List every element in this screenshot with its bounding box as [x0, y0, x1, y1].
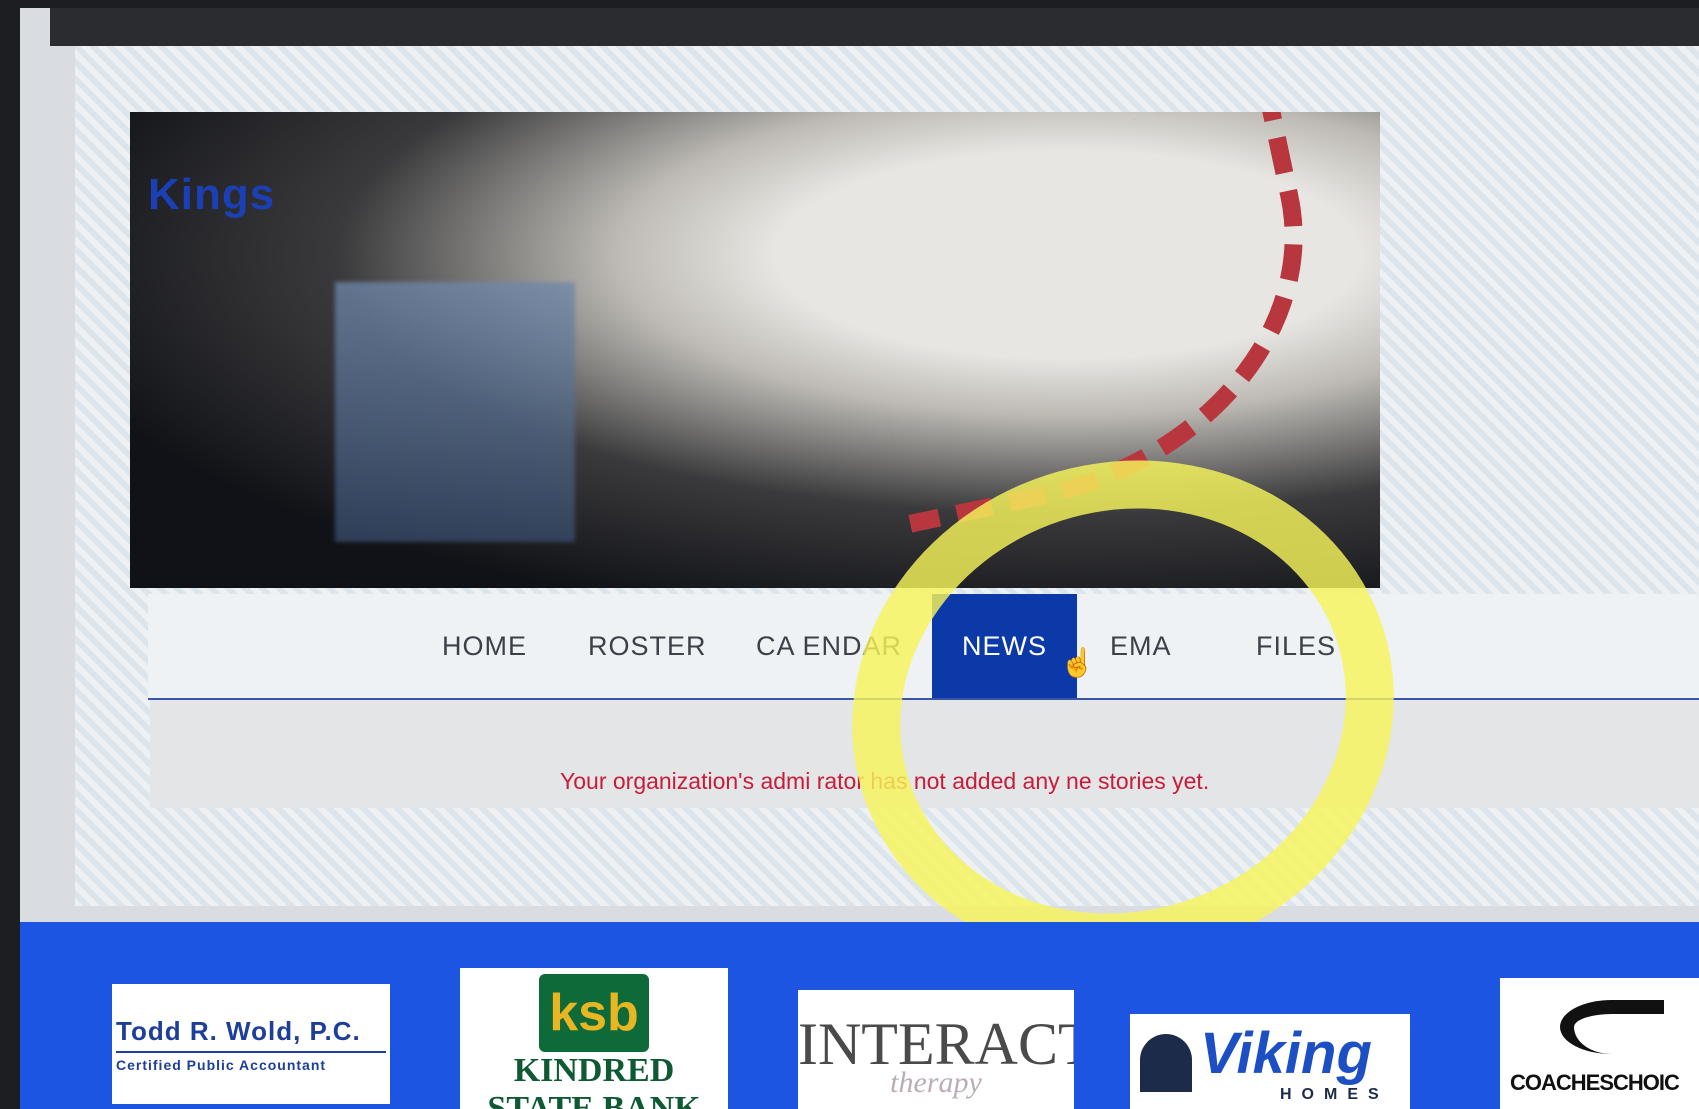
viking-subtitle: HOMES [1280, 1086, 1389, 1103]
sponsor-viking[interactable]: Viking HOMES [1130, 1014, 1410, 1109]
kindred-name: KINDRED [513, 1052, 675, 1089]
monitor-screen: Kings HOME ROSTER CA ENDAR NEWS EMA FILE… [20, 8, 1699, 1109]
sponsor-wold-divider [116, 1051, 386, 1053]
team-name-title[interactable]: Kings [148, 170, 275, 220]
viking-house-icon [1140, 1034, 1192, 1092]
nav-roster[interactable]: ROSTER [588, 594, 707, 698]
sponsor-kindred[interactable]: ksb KINDRED STATE BANK [460, 968, 728, 1109]
sponsor-band: Todd R. Wold, P.C. Certified Public Acco… [20, 922, 1699, 1109]
sponsor-wold-name: Todd R. Wold, P.C. [116, 1016, 361, 1046]
sponsor-todd-wold[interactable]: Todd R. Wold, P.C. Certified Public Acco… [112, 984, 390, 1104]
window-reflection-shape [335, 282, 575, 542]
sponsor-interact[interactable]: INTERACT therapy [798, 990, 1074, 1109]
coaches-swoosh-icon [1560, 1000, 1664, 1054]
kindred-name-line2: STATE BANK [487, 1090, 701, 1109]
sponsor-wold-subtitle: Certified Public Accountant [116, 1057, 327, 1073]
kindred-monogram-icon: ksb [539, 974, 649, 1052]
sponsor-coaches-choice[interactable]: COACHESCHOIC [1500, 978, 1699, 1109]
browser-top-bar [50, 8, 1699, 46]
hand-cursor-icon: ☝ [1060, 647, 1095, 678]
viking-name: Viking [1200, 1021, 1372, 1086]
nav-home[interactable]: HOME [442, 594, 527, 698]
coaches-name: COACHESCHOIC [1510, 1070, 1680, 1095]
